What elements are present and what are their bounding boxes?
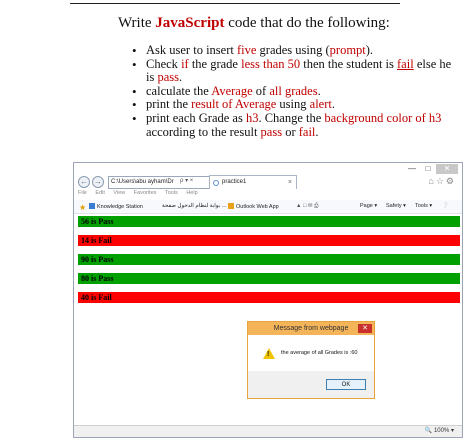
- grade-h3: 80 is Pass: [78, 273, 460, 284]
- top-rule: [70, 3, 400, 4]
- page-menu[interactable]: Page ▾: [360, 203, 377, 209]
- address-controls[interactable]: ρ ▾ ×: [180, 177, 193, 184]
- list-item: calculate the Average of all grades.: [130, 84, 460, 99]
- window-controls: — □ ✕: [404, 164, 458, 174]
- favorites-star-icon[interactable]: ☆: [436, 176, 446, 186]
- tab-practice1[interactable]: practice1 ×: [209, 175, 297, 189]
- fav-knowledge-station[interactable]: Knowledge Station: [89, 203, 143, 210]
- list-item: print each Grade as h3. Change the backg…: [130, 111, 460, 139]
- fav-outlook-web-app[interactable]: Outlook Web App: [228, 203, 279, 210]
- ok-button[interactable]: OK: [326, 379, 366, 390]
- grade-h3: 40 is Fail: [78, 292, 460, 303]
- loading-icon: [213, 180, 219, 186]
- navigation-row: ← → C:\Users\abu ayham\Dr ρ ▾ × practice…: [74, 174, 462, 190]
- dialog-message: the average of all Grades is :60: [281, 350, 358, 356]
- close-tab-icon[interactable]: ×: [288, 176, 292, 189]
- fav-login-portal[interactable]: بوابة لنظام الدخول صفحة ...: [162, 203, 226, 209]
- status-bar: 🔍 100% ▾: [74, 425, 462, 437]
- zoom-icon: 🔍: [424, 428, 433, 434]
- dialog-body: ! the average of all Grades is :60: [248, 335, 374, 371]
- site-icon: [89, 203, 95, 209]
- favorites-bar: ★ Knowledge Station بوابة لنظام الدخول ص…: [74, 200, 462, 214]
- menu-bar: File Edit View Favorites Tools Help: [74, 190, 462, 199]
- menu-tools[interactable]: Tools: [165, 190, 178, 196]
- menu-help[interactable]: Help: [186, 190, 197, 196]
- menu-favorites[interactable]: Favorites: [134, 190, 157, 196]
- toolbar-icons: ⌂☆⚙: [428, 176, 456, 187]
- forward-button[interactable]: →: [92, 176, 104, 188]
- warning-icon-mark: !: [267, 351, 270, 358]
- help-icon[interactable]: ❔: [442, 203, 449, 209]
- close-window-button[interactable]: ✕: [436, 164, 458, 174]
- safety-menu[interactable]: Safety ▾: [386, 203, 406, 209]
- list-item: Ask user to insert five grades using (pr…: [130, 43, 460, 58]
- assignment-title: Write JavaScript code that do the follow…: [118, 15, 390, 31]
- list-item: print the result of Average using alert.: [130, 98, 460, 112]
- outlook-icon: [228, 203, 234, 209]
- list-item: Check if the grade less than 50 then the…: [130, 57, 460, 85]
- menu-edit[interactable]: Edit: [95, 190, 104, 196]
- minimize-button[interactable]: —: [404, 164, 420, 174]
- favorites-star-icon[interactable]: ★: [79, 203, 86, 212]
- zoom-control[interactable]: 🔍 100% ▾: [425, 427, 454, 434]
- gear-icon[interactable]: ⚙: [446, 176, 456, 186]
- dialog-close-button[interactable]: ✕: [358, 324, 372, 333]
- menu-view[interactable]: View: [113, 190, 125, 196]
- browser-window: — □ ✕ ← → C:\Users\abu ayham\Dr ρ ▾ × pr…: [73, 162, 463, 438]
- menu-file[interactable]: File: [78, 190, 87, 196]
- tools-menu[interactable]: Tools ▾: [415, 203, 432, 209]
- address-bar[interactable]: C:\Users\abu ayham\Dr: [108, 176, 210, 189]
- home-icon[interactable]: ⌂: [428, 176, 435, 186]
- grade-h3: 90 is Pass: [78, 254, 460, 265]
- grade-h3: 56 is Pass: [78, 216, 460, 227]
- maximize-button[interactable]: □: [420, 164, 436, 174]
- assignment-list: Ask user to insert five grades using (pr…: [130, 43, 460, 139]
- command-icons[interactable]: ▲ □ ✉ ⎙: [296, 203, 318, 210]
- back-button[interactable]: ←: [78, 176, 90, 188]
- alert-dialog: Message from webpage ✕ ! the average of …: [247, 321, 375, 399]
- dialog-title: Message from webpage ✕: [248, 322, 374, 335]
- grade-h3: 14 is Fail: [78, 235, 460, 246]
